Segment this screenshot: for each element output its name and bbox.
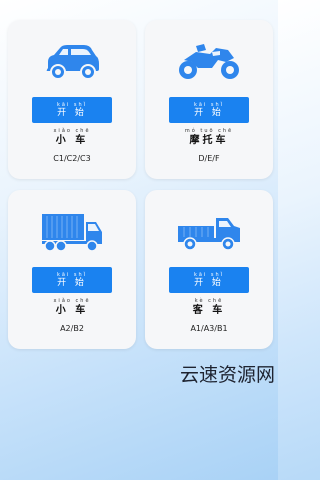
license-classes: A2/B2 bbox=[60, 324, 84, 333]
start-button-label: 开 始 bbox=[57, 277, 87, 288]
vehicle-card-car[interactable]: kāi shǐ 开 始 xiǎo chē 小 车 C1/C2/C3 bbox=[8, 20, 136, 179]
vehicle-name: kè chē 客 车 bbox=[145, 298, 273, 317]
truck-icon bbox=[8, 208, 136, 256]
start-button-label: 开 始 bbox=[194, 107, 224, 118]
vehicle-name-label: 小 车 bbox=[55, 305, 89, 316]
vehicle-card-truck[interactable]: kāi shǐ 开 始 xiǎo chē 小 车 A2/B2 bbox=[8, 190, 136, 349]
vehicle-name-label: 客 车 bbox=[192, 305, 226, 316]
vehicle-name-label: 小 车 bbox=[55, 135, 89, 146]
vehicle-card-pickup[interactable]: kāi shǐ 开 始 kè chē 客 车 A1/A3/B1 bbox=[145, 190, 273, 349]
license-classes: D/E/F bbox=[198, 154, 220, 163]
vehicle-name: mó tuō chē 摩托车 bbox=[145, 128, 273, 147]
license-classes: A1/A3/B1 bbox=[190, 324, 228, 333]
vehicle-grid: kāi shǐ 开 始 xiǎo chē 小 车 C1/C2/C3 kāi sh… bbox=[0, 0, 278, 360]
vehicle-name: xiǎo chē 小 车 bbox=[8, 298, 136, 317]
car-icon bbox=[8, 38, 136, 86]
start-button[interactable]: kāi shǐ 开 始 bbox=[32, 267, 112, 293]
vehicle-name-label: 摩托车 bbox=[189, 135, 229, 146]
start-button[interactable]: kāi shǐ 开 始 bbox=[169, 97, 249, 123]
vehicle-card-motorcycle[interactable]: kāi shǐ 开 始 mó tuō chē 摩托车 D/E/F bbox=[145, 20, 273, 179]
vehicle-name: xiǎo chē 小 车 bbox=[8, 128, 136, 147]
license-classes: C1/C2/C3 bbox=[53, 154, 91, 163]
motorcycle-icon bbox=[145, 38, 273, 86]
pickup-truck-icon bbox=[145, 208, 273, 256]
start-button[interactable]: kāi shǐ 开 始 bbox=[32, 97, 112, 123]
start-button-label: 开 始 bbox=[57, 107, 87, 118]
start-button[interactable]: kāi shǐ 开 始 bbox=[169, 267, 249, 293]
start-button-label: 开 始 bbox=[194, 277, 224, 288]
watermark-text: 云速资源网 bbox=[180, 364, 276, 386]
